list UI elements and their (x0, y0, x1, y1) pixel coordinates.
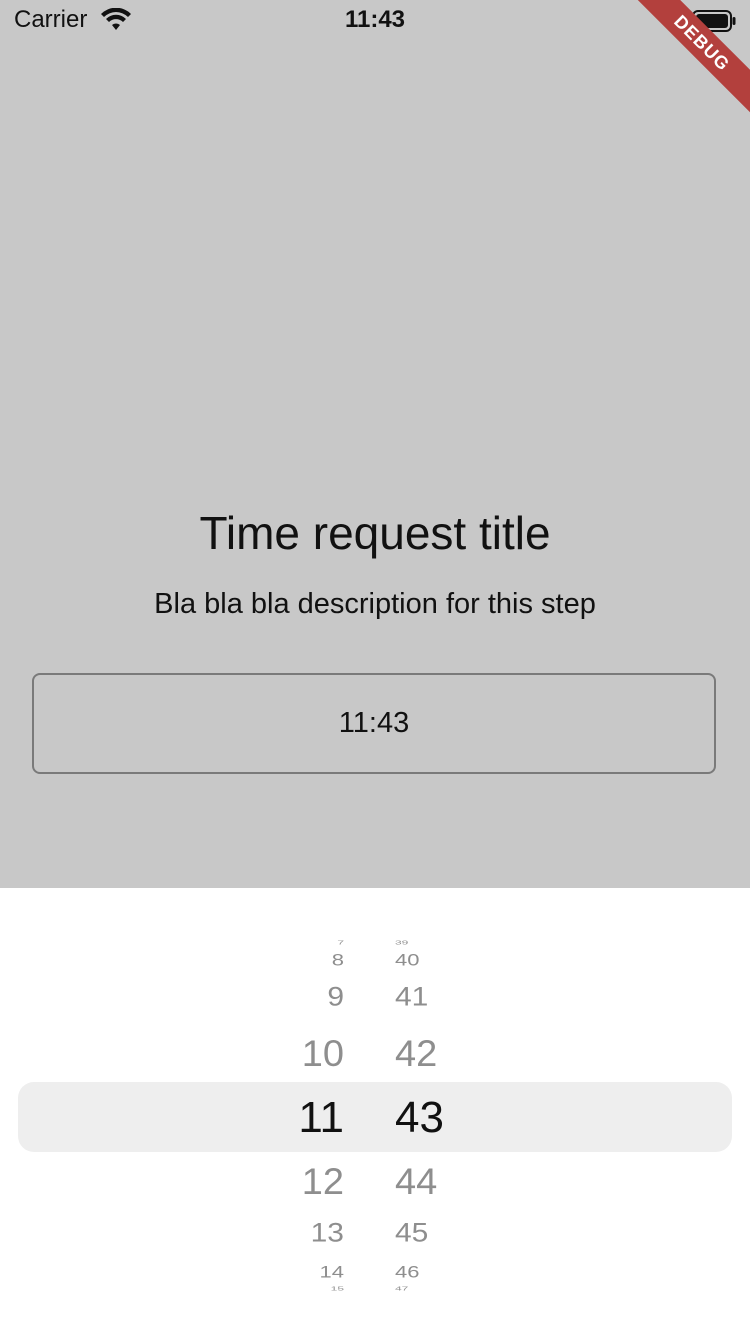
hour-option[interactable]: 9 (260, 984, 350, 1011)
debug-banner: DEBUG (630, 0, 750, 120)
page-title: Time request title (199, 507, 551, 559)
minute-wheel[interactable]: 39 40 41 42 43 44 45 46 47 (385, 888, 480, 1334)
minute-option[interactable]: 45 (385, 1220, 480, 1247)
hour-option[interactable]: 7 (260, 940, 350, 945)
hour-wheel[interactable]: 7 8 9 10 11 12 13 14 15 (260, 888, 350, 1334)
minute-option[interactable]: 44 (385, 1164, 480, 1201)
hour-option[interactable]: 10 (260, 1036, 350, 1073)
hour-option[interactable]: 13 (260, 1220, 350, 1247)
minute-option[interactable]: 47 (385, 1286, 480, 1291)
minute-option[interactable]: 46 (385, 1264, 480, 1281)
hour-option[interactable]: 8 (260, 952, 350, 969)
picker-selection-highlight (18, 1082, 732, 1152)
minute-option[interactable]: 40 (385, 952, 480, 969)
minute-option[interactable]: 39 (385, 940, 480, 945)
debug-label: DEBUG (630, 0, 750, 118)
minute-option[interactable]: 41 (385, 984, 480, 1011)
hour-option[interactable]: 15 (260, 1286, 350, 1291)
time-picker: 7 8 9 10 11 12 13 14 15 39 40 41 42 43 4… (0, 888, 750, 1334)
minute-option-selected[interactable]: 43 (385, 1096, 480, 1140)
hour-option-selected[interactable]: 11 (260, 1096, 350, 1140)
step-description: Bla bla bla description for this step (154, 588, 596, 620)
minute-option[interactable]: 42 (385, 1036, 480, 1073)
time-field[interactable]: 11:43 (32, 673, 716, 774)
hour-option[interactable]: 12 (260, 1164, 350, 1201)
hour-option[interactable]: 14 (260, 1264, 350, 1281)
